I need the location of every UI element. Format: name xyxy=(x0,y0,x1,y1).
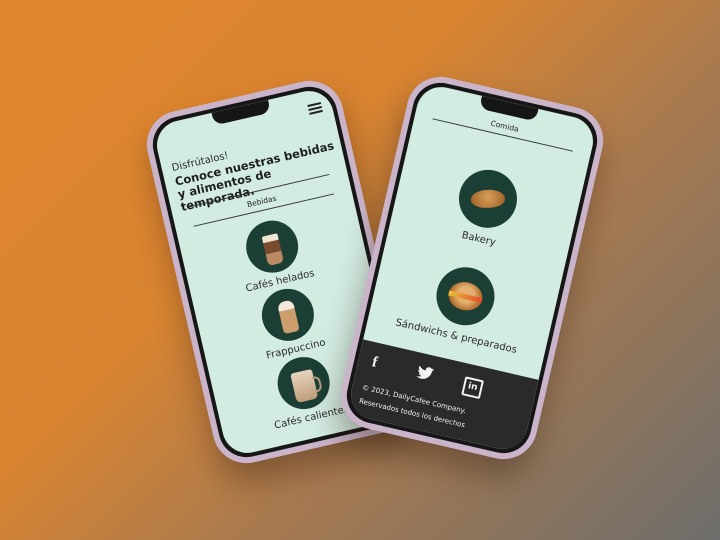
site-footer: f in © 2023, DailyCafee Company. Reserva… xyxy=(346,339,539,454)
facebook-icon[interactable]: f xyxy=(370,354,379,372)
twitter-icon[interactable] xyxy=(415,365,435,386)
linkedin-icon[interactable]: in xyxy=(461,376,484,400)
copyright-text: © 2023, DailyCafee Company. Reservados t… xyxy=(358,381,530,447)
category-card-cafes-calientes[interactable] xyxy=(272,351,335,415)
frappuccino-icon xyxy=(276,299,300,335)
category-card-sandwichs[interactable] xyxy=(430,261,501,332)
hot-coffee-icon xyxy=(290,368,319,404)
food-screen: Comida Bakery Sándwichs & preparados f i… xyxy=(346,82,598,454)
category-card-bakery[interactable] xyxy=(453,164,523,234)
hamburger-menu-icon[interactable] xyxy=(307,100,324,117)
phone-notch xyxy=(211,99,271,126)
bagel-sandwich-icon xyxy=(445,278,486,314)
category-card-cafes-helados[interactable] xyxy=(240,215,304,278)
phone-mockup-right: Comida Bakery Sándwichs & preparados f i… xyxy=(334,70,610,466)
croissant-icon xyxy=(470,189,506,209)
category-card-frappuccino[interactable] xyxy=(256,283,320,347)
phone-bezel: Comida Bakery Sándwichs & preparados f i… xyxy=(341,77,603,459)
iced-coffee-icon xyxy=(261,233,284,267)
